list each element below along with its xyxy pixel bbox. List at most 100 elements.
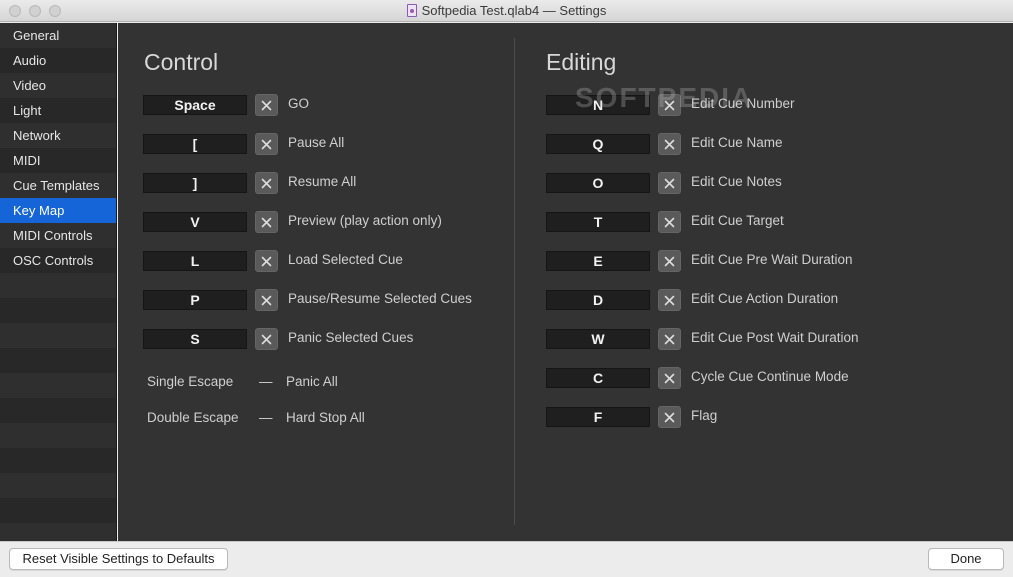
key-field[interactable]: S (143, 329, 247, 349)
sidebar-empty-row (0, 298, 116, 323)
close-icon (261, 139, 272, 149)
escape-key-label: Double Escape (147, 410, 239, 425)
close-icon (261, 256, 272, 266)
action-label: Resume All (288, 174, 357, 189)
sidebar-empty-row (0, 323, 116, 348)
sidebar-item-audio[interactable]: Audio (0, 48, 116, 73)
action-label: Edit Cue Pre Wait Duration (691, 252, 853, 267)
clear-key-button[interactable] (255, 133, 278, 155)
escape-dash: — (259, 410, 273, 425)
clear-key-button[interactable] (255, 94, 278, 116)
close-icon (664, 139, 675, 149)
escape-dash: — (259, 374, 273, 389)
reset-defaults-button[interactable]: Reset Visible Settings to Defaults (9, 548, 228, 570)
clear-key-button[interactable] (255, 328, 278, 350)
sidebar-empty-row (0, 373, 116, 398)
sidebar-empty-row (0, 448, 116, 473)
clear-key-button[interactable] (658, 406, 681, 428)
window-controls (9, 5, 61, 17)
key-field[interactable]: ] (143, 173, 247, 193)
close-icon (261, 100, 272, 110)
sidebar-empty-row (0, 398, 116, 423)
close-icon (261, 217, 272, 227)
sidebar-empty-row (0, 523, 116, 541)
editing-heading: Editing (546, 49, 617, 75)
key-field[interactable]: O (546, 173, 650, 193)
sidebar-empty-row (0, 473, 116, 498)
key-field[interactable]: V (143, 212, 247, 232)
clear-key-button[interactable] (658, 250, 681, 272)
clear-key-button[interactable] (255, 211, 278, 233)
sidebar-empty-row (0, 423, 116, 448)
action-label: Edit Cue Notes (691, 174, 782, 189)
clear-key-button[interactable] (255, 250, 278, 272)
settings-sidebar: General Audio Video Light Network MIDI C… (0, 23, 117, 541)
key-field[interactable]: C (546, 368, 650, 388)
escape-action-label: Hard Stop All (286, 410, 365, 425)
close-icon (664, 412, 675, 422)
key-field[interactable]: T (546, 212, 650, 232)
action-label: Edit Cue Post Wait Duration (691, 330, 859, 345)
key-field[interactable]: Q (546, 134, 650, 154)
sidebar-empty-row (0, 498, 116, 523)
sidebar-item-osc-controls[interactable]: OSC Controls (0, 248, 116, 273)
window-title: Softpedia Test.qlab4 — Settings (421, 3, 607, 18)
action-label: Pause All (288, 135, 345, 150)
sidebar-item-general[interactable]: General (0, 23, 116, 48)
sidebar-item-midi[interactable]: MIDI (0, 148, 116, 173)
close-icon (664, 178, 675, 188)
close-icon (261, 178, 272, 188)
clear-key-button[interactable] (658, 367, 681, 389)
action-label: Pause/Resume Selected Cues (288, 291, 472, 306)
action-label: Edit Cue Target (691, 213, 784, 228)
action-label: Edit Cue Name (691, 135, 783, 150)
column-divider (514, 38, 515, 525)
close-icon (664, 373, 675, 383)
clear-key-button[interactable] (658, 328, 681, 350)
done-button[interactable]: Done (928, 548, 1004, 570)
clear-key-button[interactable] (255, 172, 278, 194)
close-icon (664, 256, 675, 266)
close-icon (664, 295, 675, 305)
key-field[interactable]: Space (143, 95, 247, 115)
control-heading: Control (144, 49, 219, 75)
clear-key-button[interactable] (658, 211, 681, 233)
sidebar-item-key-map[interactable]: Key Map (0, 198, 116, 223)
document-icon (406, 4, 417, 17)
key-field[interactable]: P (143, 290, 247, 310)
action-label: Flag (691, 408, 718, 423)
close-icon (261, 334, 272, 344)
close-icon (261, 295, 272, 305)
close-icon (664, 334, 675, 344)
sidebar-item-light[interactable]: Light (0, 98, 116, 123)
sidebar-item-network[interactable]: Network (0, 123, 116, 148)
sidebar-empty-row (0, 348, 116, 373)
action-label: Preview (play action only) (288, 213, 442, 228)
zoom-window-button[interactable] (49, 5, 61, 17)
key-field[interactable]: F (546, 407, 650, 427)
clear-key-button[interactable] (658, 289, 681, 311)
clear-key-button[interactable] (255, 289, 278, 311)
key-field[interactable]: E (546, 251, 650, 271)
clear-key-button[interactable] (658, 133, 681, 155)
sidebar-item-cue-templates[interactable]: Cue Templates (0, 173, 116, 198)
key-field[interactable]: W (546, 329, 650, 349)
key-field[interactable]: [ (143, 134, 247, 154)
close-window-button[interactable] (9, 5, 21, 17)
escape-key-label: Single Escape (147, 374, 234, 389)
key-field[interactable]: D (546, 290, 650, 310)
action-label: Load Selected Cue (288, 252, 403, 267)
title-bar: Softpedia Test.qlab4 — Settings (0, 0, 1013, 22)
key-map-panel: Control Editing Space GO [ Pause All] Resume… (118, 23, 1013, 541)
minimize-window-button[interactable] (29, 5, 41, 17)
close-icon (664, 217, 675, 227)
softpedia-watermark: SOFTPEDIA (575, 82, 754, 113)
sidebar-item-video[interactable]: Video (0, 73, 116, 98)
key-field[interactable]: L (143, 251, 247, 271)
action-label: GO (288, 96, 310, 111)
action-label: Edit Cue Action Duration (691, 291, 839, 306)
sidebar-item-midi-controls[interactable]: MIDI Controls (0, 223, 116, 248)
action-label: Cycle Cue Continue Mode (691, 369, 849, 384)
sidebar-empty-row (0, 273, 116, 298)
clear-key-button[interactable] (658, 172, 681, 194)
